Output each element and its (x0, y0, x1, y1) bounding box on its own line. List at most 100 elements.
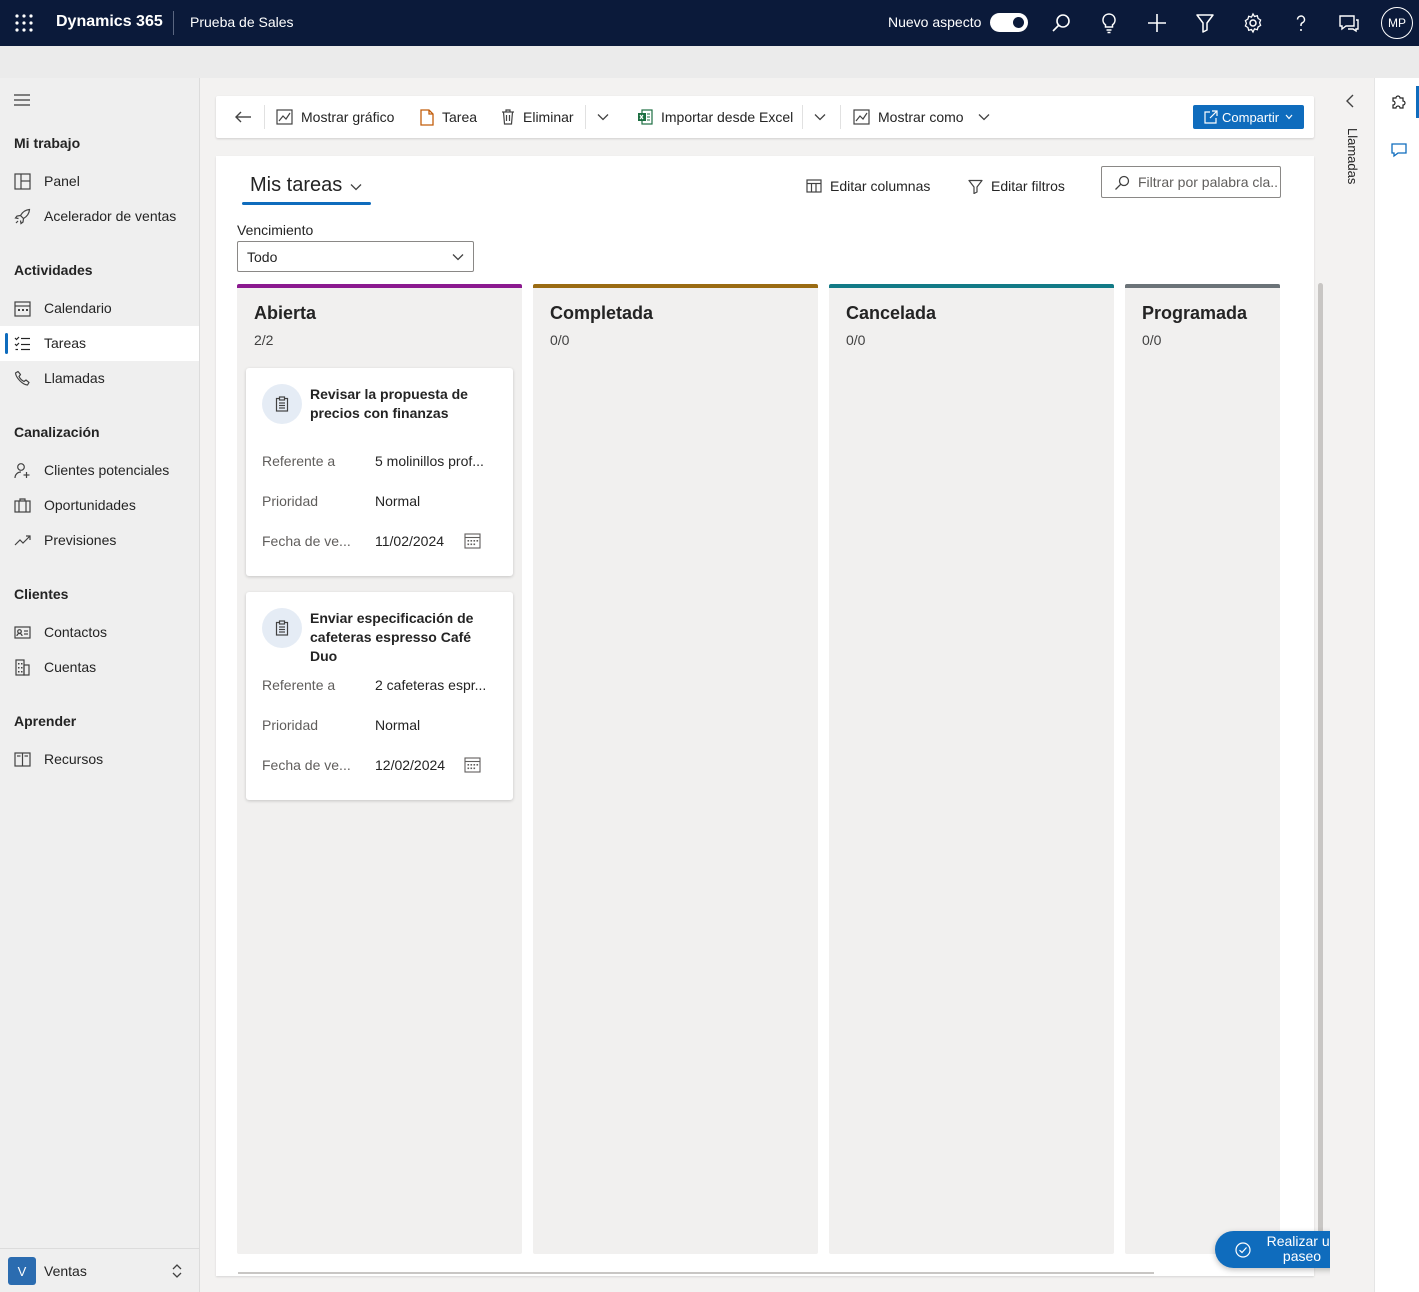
regarding-label: Referente a (262, 453, 336, 469)
settings-gear-icon[interactable] (1241, 11, 1265, 35)
priority-value[interactable]: Normal (375, 717, 420, 733)
share-button[interactable]: Compartir (1193, 105, 1304, 129)
app-header: Dynamics 365 Prueba de Sales Nuevo aspec… (0, 0, 1419, 46)
task-card[interactable]: Enviar especificación de cafeteras espre… (246, 592, 513, 800)
sidebar-item-contacts[interactable]: Contactos (0, 615, 199, 650)
share-label: Compartir (1222, 109, 1280, 125)
chevron-down-icon (597, 114, 609, 121)
import-options-dropdown[interactable] (814, 96, 834, 138)
sidebar-item-calendar[interactable]: Calendario (0, 291, 199, 326)
sidebar-item-accounts[interactable]: Cuentas (0, 650, 199, 685)
area-switcher[interactable]: V Ventas (0, 1248, 199, 1292)
back-arrow-icon (235, 111, 251, 123)
lane-completed: Completada 0/0 (533, 284, 818, 1254)
search-icon[interactable] (1049, 11, 1073, 35)
due-date-value[interactable]: 12/02/2024 (375, 757, 445, 773)
due-date-value[interactable]: 11/02/2024 (375, 533, 444, 549)
side-pane-title[interactable]: Llamadas (1345, 128, 1360, 184)
command-divider (840, 105, 841, 129)
due-filter-select[interactable]: Todo (237, 241, 474, 272)
task-list-icon (14, 336, 30, 351)
calendar-icon[interactable] (464, 532, 481, 549)
show-as-label: Mostrar como (878, 109, 964, 125)
horizontal-scrollbar[interactable] (238, 1272, 1154, 1274)
sidebar-item-sales-accelerator[interactable]: Acelerador de ventas (0, 199, 199, 234)
sidebar-item-resources[interactable]: Recursos (0, 742, 199, 777)
sidebar-item-forecasts[interactable]: Previsiones (0, 523, 199, 558)
priority-label: Prioridad (262, 493, 319, 509)
due-filter-label: Vencimiento (237, 222, 314, 238)
sidebar-item-opportunities[interactable]: Oportunidades (0, 488, 199, 523)
sidebar-item-label: Llamadas (44, 370, 105, 386)
back-button[interactable] (234, 96, 260, 138)
chevron-left-icon[interactable] (1344, 94, 1356, 108)
area-badge: V (8, 1257, 36, 1285)
delete-button[interactable]: Eliminar (501, 96, 574, 138)
puzzle-icon[interactable] (1390, 94, 1406, 110)
lane-cancelled: Cancelada 0/0 (829, 284, 1114, 1254)
edit-filters-button[interactable]: Editar filtros (968, 176, 1065, 196)
sidebar-item-panel[interactable]: Panel (0, 164, 199, 199)
task-document-icon (420, 108, 434, 126)
lane-color-bar (1125, 284, 1280, 288)
show-chart-button[interactable]: Mostrar gráfico (276, 96, 394, 138)
sidebar-item-label: Contactos (44, 624, 108, 640)
search-icon (1115, 175, 1130, 190)
new-task-button[interactable]: Tarea (419, 96, 477, 138)
header-divider (173, 11, 174, 35)
priority-value[interactable]: Normal (375, 493, 420, 509)
sidebar-item-label: Previsiones (44, 532, 117, 548)
due-date-label: Fecha de ve... (262, 757, 351, 773)
active-indicator (5, 333, 8, 354)
chevron-down-icon (452, 254, 464, 261)
task-title[interactable]: Revisar la propuesta de precios con fina… (310, 385, 500, 423)
calendar-icon (14, 301, 31, 317)
trend-line-icon (14, 535, 31, 546)
feedback-icon[interactable] (1337, 11, 1361, 35)
due-filter-value: Todo (247, 249, 278, 265)
chevron-down-icon[interactable] (350, 183, 362, 191)
person-add-icon (14, 463, 30, 479)
lightbulb-icon[interactable] (1097, 11, 1121, 35)
excel-icon (638, 109, 653, 125)
task-card[interactable]: Revisar la propuesta de precios con fina… (246, 368, 513, 576)
chat-icon[interactable] (1390, 142, 1408, 158)
filter-icon[interactable] (1193, 11, 1217, 35)
lane-count: 2/2 (254, 332, 274, 348)
app-launcher-icon[interactable] (13, 12, 35, 34)
lane-scheduled: Programada 0/0 (1125, 284, 1280, 1254)
calendar-icon[interactable] (464, 756, 481, 773)
chevron-up-down-icon (172, 1264, 182, 1278)
filter-icon (968, 179, 983, 194)
new-look-toggle[interactable] (990, 13, 1028, 32)
chevron-down-icon (1285, 114, 1293, 120)
hamburger-menu-icon[interactable] (14, 94, 30, 106)
main-content: Mostrar gráfico Tarea Eliminar Importar … (200, 78, 1356, 1292)
building-icon (15, 659, 30, 676)
sidebar-item-tasks[interactable]: Tareas (0, 326, 199, 361)
regarding-value[interactable]: 2 cafeteras espr... (375, 677, 486, 693)
show-as-dropdown[interactable] (978, 96, 998, 138)
plus-icon[interactable] (1145, 11, 1169, 35)
lane-color-bar (533, 284, 818, 288)
view-selector[interactable]: Mis tareas (250, 174, 342, 197)
view-panel: Mis tareas Editar columnas Editar filtro… (216, 156, 1323, 1276)
regarding-value[interactable]: 5 molinillos prof... (375, 453, 484, 469)
vertical-scrollbar[interactable] (1318, 283, 1323, 1233)
import-excel-button[interactable]: Importar desde Excel (637, 96, 793, 138)
task-title[interactable]: Enviar especificación de cafeteras espre… (310, 609, 500, 666)
help-icon[interactable] (1289, 11, 1313, 35)
sidebar-item-label: Recursos (44, 751, 104, 767)
more-commands-dropdown[interactable] (597, 96, 617, 138)
brand-title[interactable]: Dynamics 365 (56, 13, 163, 31)
keyword-filter-input[interactable] (1138, 171, 1278, 193)
view-selector-underline (242, 202, 371, 205)
edit-columns-button[interactable]: Editar columnas (806, 176, 930, 196)
sidebar-item-calls[interactable]: Llamadas (0, 361, 199, 396)
keyword-filter-box[interactable] (1101, 166, 1281, 198)
sidebar-item-leads[interactable]: Clientes potenciales (0, 453, 199, 488)
app-name[interactable]: Prueba de Sales (190, 14, 294, 30)
task-clipboard-icon (262, 608, 302, 648)
show-as-button[interactable]: Mostrar como (853, 96, 964, 138)
user-avatar[interactable]: MP (1381, 7, 1413, 39)
